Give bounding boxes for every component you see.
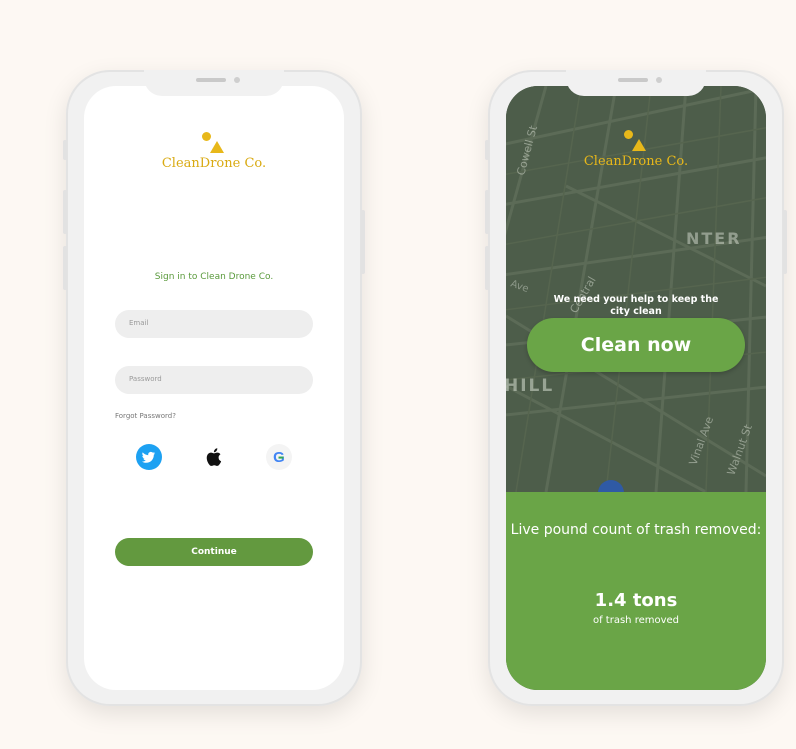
brand-logo: CleanDrone Co. <box>84 132 344 171</box>
google-signin-button[interactable]: G <box>264 442 294 472</box>
stats-sub: of trash removed <box>592 615 680 626</box>
logo-mark-icon <box>624 130 648 152</box>
brand-logo: CleanDrone Co. <box>506 130 766 169</box>
google-icon: G <box>266 444 292 470</box>
twitter-signin-button[interactable] <box>134 442 164 472</box>
volume-down-button <box>63 246 67 290</box>
stats-value: 1.4 tons <box>594 590 678 611</box>
brand-name: CleanDrone Co. <box>161 156 267 171</box>
phone-notch <box>566 70 706 96</box>
volume-down-button <box>485 246 489 290</box>
phone-frame-login: CleanDrone Co. Sign in to Clean Drone Co… <box>63 70 365 706</box>
signin-title: Sign in to Clean Drone Co. <box>154 272 274 282</box>
volume-up-button <box>485 190 489 234</box>
twitter-icon <box>136 444 162 470</box>
apple-icon <box>206 448 222 466</box>
apple-signin-button[interactable] <box>199 442 229 472</box>
phone-frame-home: Cowell St NTER Central HILL Vinal Ave Wa… <box>485 70 787 706</box>
map-label-center: NTER <box>686 229 742 248</box>
password-placeholder: Password <box>129 375 162 383</box>
forgot-password-link[interactable]: Forgot Password? <box>115 412 176 420</box>
email-field[interactable]: Email <box>115 310 313 338</box>
mute-switch <box>63 140 67 160</box>
phone-notch <box>144 70 284 96</box>
map-label-hill: HILL <box>506 376 554 396</box>
stats-label: Live pound count of trash removed: <box>510 522 762 538</box>
password-field[interactable]: Password <box>115 366 313 394</box>
power-button <box>361 210 365 274</box>
brand-name: CleanDrone Co. <box>583 154 689 169</box>
tagline: We need your help to keep the city clean <box>553 294 719 317</box>
clean-now-button[interactable]: Clean now <box>527 318 745 372</box>
volume-up-button <box>63 190 67 234</box>
trash-stats-panel: Live pound count of trash removed: 1.4 t… <box>506 492 766 690</box>
email-placeholder: Email <box>129 319 149 327</box>
mute-switch <box>485 140 489 160</box>
home-screen: Cowell St NTER Central HILL Vinal Ave Wa… <box>506 86 766 690</box>
power-button <box>783 210 787 274</box>
login-screen: CleanDrone Co. Sign in to Clean Drone Co… <box>84 86 344 690</box>
logo-mark-icon <box>202 132 226 154</box>
continue-button[interactable]: Continue <box>115 538 313 566</box>
